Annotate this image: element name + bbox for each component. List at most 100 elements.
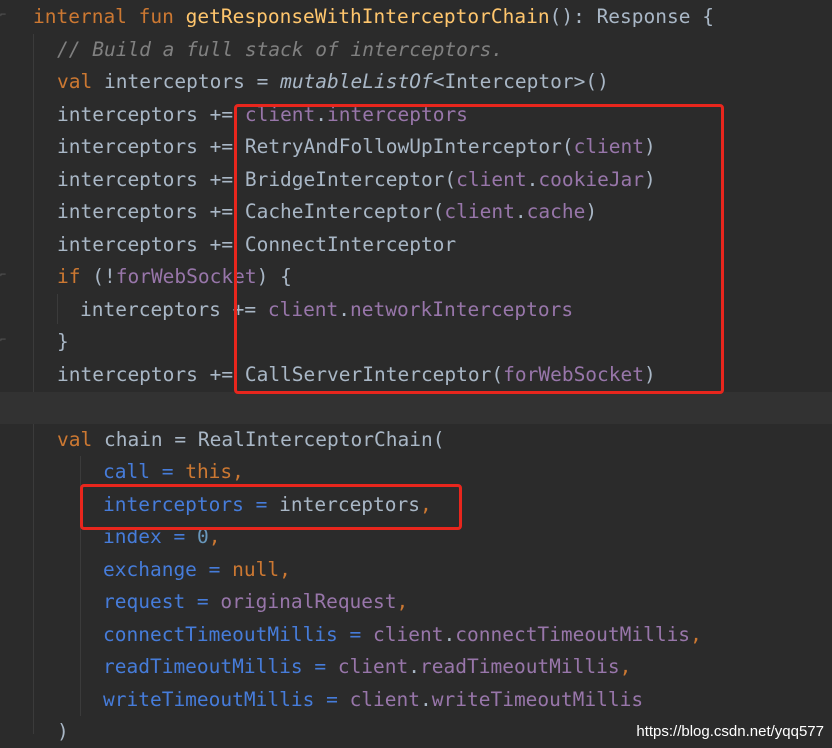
keyword: if (57, 265, 81, 288)
keyword: fun (138, 5, 174, 28)
code-text: = (149, 460, 186, 483)
code-line[interactable]: call = this, (103, 456, 832, 488)
named-argument: request (103, 590, 186, 613)
code-text: . (514, 200, 527, 223)
code-line[interactable]: interceptors += CacheInterceptor(client.… (57, 196, 832, 228)
code-line[interactable]: val interceptors = mutableListOf<Interce… (57, 66, 832, 98)
code-text: (): Response { (549, 5, 714, 28)
property-ref: client (456, 168, 527, 191)
code-line[interactable]: } (57, 326, 832, 358)
code-line[interactable]: interceptors += CallServerInterceptor(fo… (57, 359, 832, 391)
code-line[interactable]: connectTimeoutMillis = client.connectTim… (103, 619, 832, 651)
indent-guide (80, 456, 81, 716)
code-line[interactable]: interceptors = interceptors, (103, 489, 832, 521)
code-text: . (408, 655, 421, 678)
code-text: = (185, 590, 221, 613)
code-editor[interactable]: ⌐ ⌐ ⌐ internal fun getResponseWithInterc… (0, 0, 832, 748)
code-text: . (420, 688, 432, 711)
code-text: ) (644, 363, 656, 386)
code-text: ) (57, 720, 69, 743)
code-line[interactable]: interceptors += RetryAndFollowUpIntercep… (57, 131, 832, 163)
fold-marker-icon[interactable]: ⌐ (0, 270, 8, 282)
code-line[interactable]: request = originalRequest, (103, 586, 832, 618)
code-text: interceptors (279, 493, 421, 516)
code-text: = (302, 655, 338, 678)
code-line[interactable]: readTimeoutMillis = client.readTimeoutMi… (103, 651, 832, 683)
function-name: getResponseWithInterceptorChain (185, 5, 550, 28)
fold-marker-icon[interactable]: ⌐ (0, 10, 8, 22)
keyword: null (232, 558, 280, 581)
code-text: interceptors += CacheInterceptor( (57, 200, 445, 223)
code-text: , (232, 460, 244, 483)
function-call: mutableListOf (280, 70, 433, 93)
named-argument: readTimeoutMillis (103, 655, 303, 678)
code-line[interactable]: internal fun getResponseWithInterceptorC… (33, 1, 832, 33)
property-ref: client (349, 688, 421, 711)
code-text: , (208, 525, 221, 548)
code-text: . (443, 623, 456, 646)
code-text: interceptors += RetryAndFollowUpIntercep… (57, 135, 574, 158)
keyword: internal (33, 5, 127, 28)
code-comment: // Build a full stack of interceptors. (57, 38, 504, 61)
property-ref: networkInterceptors (350, 298, 574, 321)
code-line[interactable]: interceptors += BridgeInterceptor(client… (57, 164, 832, 196)
code-text: = (337, 623, 374, 646)
number-literal: 0 (196, 525, 209, 548)
fold-marker-icon[interactable]: ⌐ (0, 335, 8, 347)
named-argument: call (103, 460, 150, 483)
code-text: <Interceptor>() (432, 70, 609, 93)
named-argument: writeTimeoutMillis (103, 688, 315, 711)
code-text: . (338, 298, 351, 321)
code-line[interactable]: exchange = null, (103, 554, 832, 586)
property-ref: writeTimeoutMillis (431, 688, 644, 711)
property-ref: client (267, 298, 339, 321)
code-line[interactable]: val chain = RealInterceptorChain( (57, 424, 832, 456)
code-text: = (161, 525, 197, 548)
property-ref: client (573, 135, 645, 158)
code-text: interceptors += (57, 103, 245, 126)
property-ref: client (444, 200, 515, 223)
current-line-highlight[interactable] (0, 392, 832, 424)
code-line[interactable]: interceptors += client.interceptors (57, 99, 832, 131)
code-text: chain = RealInterceptorChain( (92, 428, 445, 451)
code-text: = (196, 558, 233, 581)
code-line[interactable]: interceptors += client.networkIntercepto… (80, 294, 832, 326)
code-text: ) (585, 200, 598, 223)
code-text: , (690, 623, 702, 646)
property-ref: cookieJar (538, 168, 645, 191)
code-text: interceptors += ConnectInterceptor (57, 233, 457, 256)
editor-gutter (0, 0, 12, 748)
code-line[interactable]: writeTimeoutMillis = client.writeTimeout… (103, 684, 832, 716)
code-line[interactable]: index = 0, (103, 521, 832, 553)
code-text: = (243, 493, 280, 516)
code-text: interceptors += BridgeInterceptor( (57, 168, 457, 191)
code-text: ) (644, 135, 656, 158)
named-argument: index (103, 525, 162, 548)
indent-guide (57, 294, 58, 324)
property-ref: readTimeoutMillis (420, 655, 620, 678)
code-text: } (57, 330, 69, 353)
code-line[interactable]: // Build a full stack of interceptors. (57, 34, 832, 66)
code-text: , (420, 493, 432, 516)
code-line[interactable]: if (!forWebSocket) { (57, 261, 832, 293)
code-text: (! (80, 265, 116, 288)
named-argument: connectTimeoutMillis (103, 623, 338, 646)
code-text: = (314, 688, 350, 711)
code-text: , (396, 590, 409, 613)
property-ref: forWebSocket (115, 265, 257, 288)
property-ref: originalRequest (220, 590, 397, 613)
keyword: val (57, 428, 93, 451)
property-ref: cache (526, 200, 586, 223)
keyword: this (185, 460, 233, 483)
code-text: interceptors += CallServerInterceptor( (57, 363, 504, 386)
watermark: https://blog.csdn.net/yqq577 (636, 723, 824, 740)
property-ref: connectTimeoutMillis (455, 623, 691, 646)
property-ref: client (244, 103, 316, 126)
code-line[interactable]: interceptors += ConnectInterceptor (57, 229, 832, 261)
code-text: . (526, 168, 539, 191)
keyword: val (57, 70, 93, 93)
code-text: interceptors = (92, 70, 281, 93)
property-ref: client (373, 623, 444, 646)
code-text: interceptors += (80, 298, 268, 321)
code-text: , (279, 558, 291, 581)
